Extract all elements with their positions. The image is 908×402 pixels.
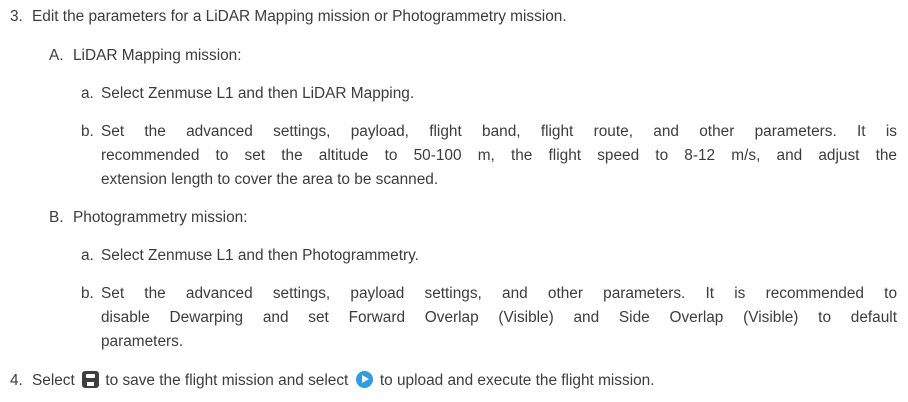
section-b-item-b-letter: b. (81, 285, 94, 302)
section-b-item-a-letter: a. (81, 247, 94, 264)
section-b-item-b-line-2: disable Dewarping and set Forward Overla… (101, 309, 897, 326)
section-a-item-a-text: Select Zenmuse L1 and then LiDAR Mapping… (101, 85, 415, 102)
section-b-title: Photogrammetry mission: (73, 209, 248, 226)
section-a-item-b-line-2: recommended to set the altitude to 50-10… (101, 147, 897, 164)
section-b-letter: B. (49, 209, 64, 226)
step-4-text-between: to save the flight mission and select (105, 372, 349, 389)
section-b-item-b-line-3: parameters. (101, 333, 184, 350)
section-b-item-b-line-1: Set the advanced settings, payload setti… (101, 285, 897, 302)
section-a-item-a-letter: a. (81, 85, 94, 102)
step-4-number: 4. (10, 372, 23, 389)
section-b-item-a-text: Select Zenmuse L1 and then Photogrammetr… (101, 247, 419, 264)
step-3-text: Edit the parameters for a LiDAR Mapping … (32, 8, 567, 25)
step-4-text-after: to upload and execute the flight mission… (379, 372, 655, 389)
step-3-number: 3. (10, 8, 23, 25)
step-4-text: Select to save the flight mission and se… (32, 371, 655, 391)
section-a-title: LiDAR Mapping mission: (73, 47, 242, 64)
section-a-item-b-line-3: extension length to cover the area to be… (101, 171, 439, 188)
save-icon (82, 371, 100, 388)
section-a-letter: A. (49, 47, 64, 64)
play-upload-icon (355, 371, 373, 388)
step-4-text-before: Select (32, 372, 75, 389)
section-a-item-b-letter: b. (81, 123, 94, 140)
section-a-item-b-line-1: Set the advanced settings, payload, flig… (101, 123, 897, 140)
